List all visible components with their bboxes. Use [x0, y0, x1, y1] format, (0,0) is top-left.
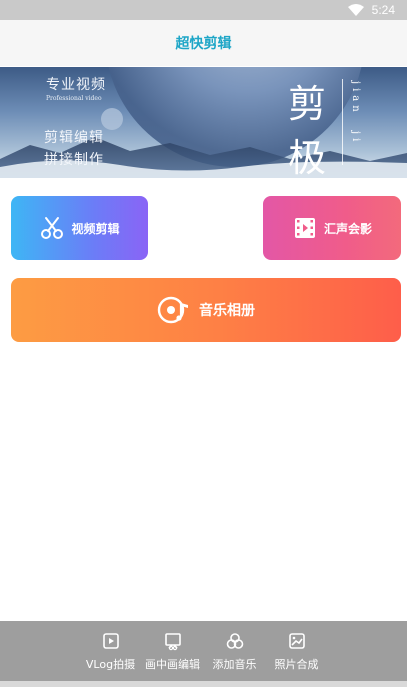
banner-pinyin-1: jian — [350, 81, 361, 116]
film-icon — [294, 218, 315, 238]
video-edit-label: 视频剪辑 — [71, 221, 120, 236]
banner-pinyin-2: ji — [350, 131, 361, 146]
scissors-icon — [41, 217, 64, 239]
banner-line1-sub: Professional video — [46, 95, 102, 102]
system-nav-strip — [0, 681, 407, 687]
nav-item-label: VLog拍摄 — [85, 658, 136, 671]
bottom-nav: VLog拍摄 画中画编辑 添加音乐 照片合成 — [0, 621, 407, 681]
status-time: 5:24 — [371, 3, 395, 17]
banner-line3: 拼接制作 — [44, 152, 104, 168]
nav-item-add-music[interactable]: 添加音乐 — [204, 631, 266, 672]
nav-item-pip[interactable]: 画中画编辑 — [142, 631, 204, 672]
nav-item-photo-compose[interactable]: 照片合成 — [266, 631, 328, 672]
play-square-icon — [102, 633, 119, 649]
nav-item-label: 照片合成 — [274, 658, 319, 671]
music-album-label: 音乐相册 — [199, 303, 255, 319]
nav-item-vlog[interactable]: VLog拍摄 — [80, 631, 142, 672]
nav-item-label: 添加音乐 — [212, 658, 257, 671]
banner-divider — [342, 79, 343, 165]
banner-line2: 剪辑编辑 — [44, 130, 104, 146]
banner-big-char-1: 剪 — [288, 82, 327, 126]
nav-item-label: 画中画编辑 — [145, 658, 200, 671]
video-edit-button[interactable]: 视频剪辑 — [11, 196, 148, 260]
music-disc-icon — [157, 296, 188, 324]
picture-in-picture-icon — [164, 633, 181, 651]
wifi-icon — [347, 4, 364, 16]
app-header: 超快剪辑 — [0, 20, 407, 66]
music-album-button[interactable]: 音乐相册 — [11, 278, 401, 342]
voice-mix-label: 汇声会影 — [323, 221, 372, 236]
status-bar: 5:24 — [0, 0, 407, 20]
voice-mix-button[interactable]: 汇声会影 — [263, 196, 401, 260]
circles-icon — [226, 633, 243, 649]
image-icon — [288, 633, 305, 649]
banner-line1: 专业视频 — [46, 77, 106, 93]
banner-big-char-2: 极 — [288, 136, 327, 178]
promo-banner[interactable]: 专业视频 Professional video 剪辑编辑 拼接制作 剪 极 ji… — [0, 67, 407, 178]
page-title: 超快剪辑 — [175, 36, 232, 52]
